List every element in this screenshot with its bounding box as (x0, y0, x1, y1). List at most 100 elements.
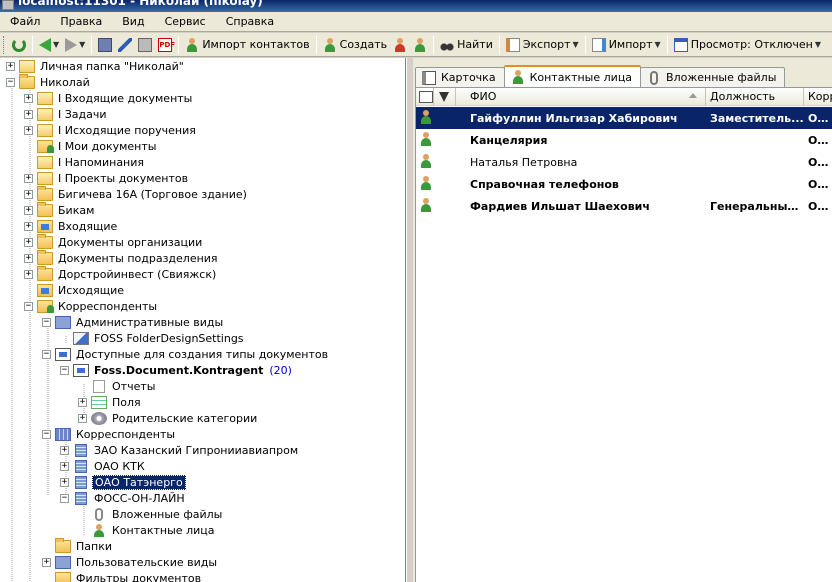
import-button[interactable]: Импорт ▼ (589, 35, 664, 55)
expand-icon[interactable]: + (24, 109, 33, 119)
expand-icon[interactable]: + (60, 445, 69, 455)
column-name[interactable]: ФИО (456, 88, 706, 106)
export-button[interactable]: Экспорт ▼ (503, 35, 582, 55)
menu-view[interactable]: Вид (112, 12, 154, 32)
toolbar-grip[interactable] (3, 35, 6, 54)
collapse-icon[interactable]: − (42, 349, 51, 359)
expand-icon[interactable]: + (42, 557, 51, 567)
window-title: localhost:11301 - Николай (nikolay) (18, 0, 263, 8)
tree-item-doc-projects[interactable]: + I Проекты документов (24, 170, 190, 186)
tree-item-bikam[interactable]: + Бикам (24, 201, 96, 218)
tree-item-outgoing-orders[interactable]: + I Исходящие поручения (24, 122, 198, 138)
tree-item-folders[interactable]: Папки (42, 537, 114, 554)
title-bar: localhost:11301 - Николай (nikolay) (0, 0, 832, 12)
tree-item-admin-views[interactable]: − Административные виды (42, 314, 225, 330)
expand-icon[interactable]: + (24, 269, 33, 279)
tree-item-attached-files[interactable]: Вложенные файлы (78, 506, 224, 522)
expand-icon[interactable]: + (24, 237, 33, 247)
user-green-button[interactable] (410, 35, 430, 55)
column-org[interactable]: Корр (804, 88, 832, 106)
preview-button[interactable]: Просмотр: Отключен ▼ (671, 35, 824, 55)
edit-button[interactable] (115, 35, 135, 55)
expand-icon[interactable]: + (78, 397, 87, 407)
tree-item-outgoing[interactable]: Исходящие (24, 282, 126, 298)
tree-item-contacts[interactable]: Контактные лица (78, 522, 216, 538)
collapse-icon[interactable]: − (42, 429, 51, 439)
tree-item-nikolay[interactable]: − Николай (6, 73, 92, 90)
column-doc[interactable] (416, 88, 434, 106)
tree-item-oao-tatenergo[interactable]: + ОАО Татэнерго (60, 474, 186, 490)
tab-attachments[interactable]: Вложенные файлы (640, 67, 786, 87)
column-position[interactable]: Должность (706, 88, 804, 106)
contacts-grid[interactable]: ФИО Должность Корр Гайфуллин Ильгизар Ха… (415, 87, 832, 582)
expand-icon[interactable]: + (24, 189, 33, 199)
tree-item-tasks[interactable]: + I Задачи (24, 106, 109, 122)
folder-icon (37, 233, 53, 249)
tab-contacts[interactable]: Контактные лица (503, 65, 642, 87)
column-flag[interactable] (434, 88, 456, 106)
tree-label: Личная папка "Николай" (40, 59, 184, 73)
expand-icon[interactable]: + (24, 93, 33, 103)
collapse-icon[interactable]: − (60, 493, 69, 503)
expand-icon[interactable]: + (60, 461, 69, 471)
back-button[interactable]: ▼ (36, 35, 62, 55)
menu-service[interactable]: Сервис (155, 12, 216, 32)
expand-icon[interactable]: + (60, 477, 69, 487)
collapse-icon[interactable]: − (60, 365, 69, 375)
collapse-icon[interactable]: − (24, 301, 33, 311)
table-row[interactable]: Фардиев Ильшат Шаехович Генеральный... ОАО (416, 195, 832, 217)
tab-card[interactable]: Карточка (415, 67, 505, 87)
tree-item-kontragent[interactable]: − Foss.Document.Kontragent (20) (60, 362, 292, 378)
tree-item-fields[interactable]: + Поля (78, 394, 143, 410)
tree-item-parent-categories[interactable]: + Родительские категории (78, 410, 259, 426)
tree-item-dept-docs[interactable]: + Документы подразделения (24, 249, 220, 266)
menu-edit[interactable]: Правка (50, 12, 112, 32)
tree-item-foss-settings[interactable]: FOSS FolderDesignSettings (60, 330, 246, 346)
expand-icon[interactable]: + (24, 205, 33, 215)
tree-item-foss-online[interactable]: − ФОСС-ОН-ЛАЙН (60, 490, 187, 506)
tree-item-incoming-docs[interactable]: + I Входящие документы (24, 90, 194, 106)
tree-item-reminders[interactable]: I Напоминания (24, 154, 146, 170)
folder-tree[interactable]: + Личная папка "Николай" − Николай + I Вход… (0, 58, 406, 582)
table-row[interactable]: Справочная телефонов ОАО (416, 173, 832, 195)
create-button[interactable]: Создать (320, 35, 391, 55)
forward-button[interactable]: ▼ (62, 35, 88, 55)
print-button[interactable] (135, 35, 155, 55)
table-row[interactable]: Гайфуллин Ильгизар Хабирович Заместитель.… (416, 107, 832, 129)
expand-icon[interactable]: + (78, 413, 87, 423)
tree-item-bigicheva[interactable]: + Бигичева 16А (Торговое здание) (24, 185, 249, 202)
collapse-icon[interactable]: − (42, 317, 51, 327)
tree-item-available-types[interactable]: − Доступные для создания типы документов (42, 346, 330, 362)
expand-icon[interactable]: + (24, 221, 33, 231)
pane-splitter[interactable] (406, 58, 413, 582)
tree-item-personal-folder[interactable]: + Личная папка "Николай" (6, 58, 186, 74)
table-row[interactable]: Наталья Петровна ОАО (416, 151, 832, 173)
tree-item-my-docs[interactable]: I Мои документы (24, 138, 158, 154)
save-button[interactable] (95, 35, 115, 55)
refresh-button[interactable] (9, 35, 29, 55)
pdf-button[interactable]: PDF (155, 35, 175, 55)
expand-icon[interactable]: + (24, 125, 33, 135)
tree-item-org-docs[interactable]: + Документы организации (24, 233, 204, 250)
user-red-button[interactable] (390, 35, 410, 55)
expand-icon[interactable]: + (6, 61, 15, 71)
tab-strip: Карточка Контактные лица Вложенные файлы (415, 65, 786, 87)
tree-item-user-views[interactable]: + Пользовательские виды (42, 554, 219, 570)
expand-icon[interactable]: + (24, 253, 33, 263)
table-row[interactable]: Канцелярия ОАО (416, 129, 832, 151)
tree-item-correspondents[interactable]: − Корреспонденты (24, 298, 159, 314)
collapse-icon[interactable]: − (6, 77, 15, 87)
tree-item-oao-ktk[interactable]: + ОАО КТК (60, 458, 147, 474)
import-contacts-button[interactable]: Импорт контактов (182, 35, 312, 55)
tree-item-doc-filters[interactable]: Фильтры документов (42, 570, 203, 582)
find-button[interactable]: Найти (437, 35, 496, 55)
menu-file[interactable]: Файл (0, 12, 50, 32)
tree-item-incoming[interactable]: + Входящие (24, 218, 119, 234)
expand-icon[interactable]: + (24, 173, 33, 183)
tree-item-zao-kazan[interactable]: + ЗАО Казанский Гипронииавиапром (60, 442, 300, 458)
tree-item-correspondents-sub[interactable]: − Корреспонденты (42, 426, 177, 442)
folder-icon (37, 123, 53, 137)
menu-help[interactable]: Справка (216, 12, 284, 32)
tree-item-dorstroy[interactable]: + Дорстройинвест (Свияжск) (24, 265, 218, 282)
tree-item-reports[interactable]: Отчеты (78, 378, 157, 394)
